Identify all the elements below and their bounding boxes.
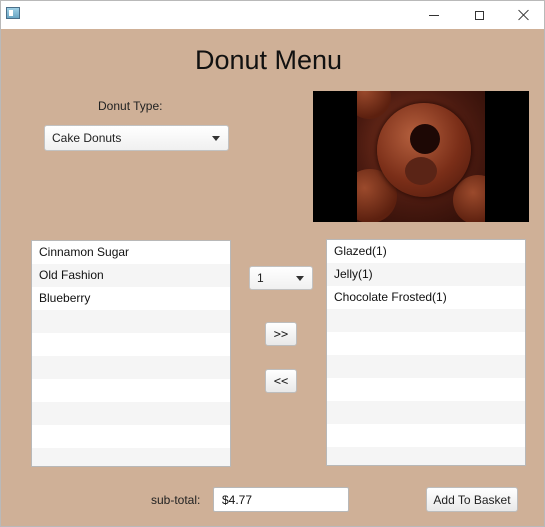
list-item[interactable] bbox=[32, 448, 230, 466]
remove-item-button[interactable]: << bbox=[265, 369, 297, 393]
app-icon bbox=[6, 7, 20, 19]
maximize-button[interactable] bbox=[456, 1, 502, 29]
list-item[interactable] bbox=[327, 332, 525, 355]
list-item[interactable]: Cinnamon Sugar bbox=[32, 241, 230, 264]
minimize-button[interactable] bbox=[411, 1, 457, 29]
close-icon bbox=[518, 9, 530, 21]
add-item-button[interactable]: >> bbox=[265, 322, 297, 346]
list-item[interactable]: Old Fashion bbox=[32, 264, 230, 287]
list-item[interactable]: Glazed(1) bbox=[327, 240, 525, 263]
available-donuts-list[interactable]: Cinnamon Sugar Old Fashion Blueberry bbox=[31, 240, 231, 467]
donut-type-selected-value: Cake Donuts bbox=[52, 131, 122, 145]
minimize-icon bbox=[429, 14, 439, 16]
list-item[interactable] bbox=[32, 310, 230, 333]
subtotal-field[interactable] bbox=[213, 487, 349, 512]
subtotal-label: sub-total: bbox=[151, 493, 201, 507]
donut-image bbox=[313, 91, 529, 222]
list-item[interactable]: Blueberry bbox=[32, 287, 230, 310]
list-item[interactable] bbox=[327, 447, 525, 465]
photo-donut-hole bbox=[410, 124, 440, 154]
app-window: Donut Menu Donut Type: Cake Donuts Cinna… bbox=[0, 0, 545, 527]
title-bar bbox=[1, 1, 544, 29]
list-item[interactable] bbox=[327, 401, 525, 424]
photo-donut-bite bbox=[405, 157, 437, 185]
donut-type-select[interactable]: Cake Donuts bbox=[44, 125, 229, 151]
page-title: Donut Menu bbox=[194, 45, 343, 75]
list-item[interactable] bbox=[32, 379, 230, 402]
close-button[interactable] bbox=[501, 1, 545, 29]
list-item[interactable] bbox=[327, 309, 525, 332]
list-item[interactable]: Chocolate Frosted(1) bbox=[327, 286, 525, 309]
quantity-selected-value: 1 bbox=[257, 271, 264, 285]
list-item[interactable]: Jelly(1) bbox=[327, 263, 525, 286]
chevron-down-icon bbox=[212, 136, 220, 141]
add-to-basket-button[interactable]: Add To Basket bbox=[426, 487, 518, 512]
chevron-down-icon bbox=[296, 276, 304, 281]
list-item[interactable] bbox=[32, 333, 230, 356]
list-item[interactable] bbox=[32, 356, 230, 379]
quantity-select[interactable]: 1 bbox=[249, 266, 313, 290]
list-item[interactable] bbox=[327, 355, 525, 378]
donut-type-label: Donut Type: bbox=[98, 99, 163, 113]
donut-photo bbox=[357, 91, 485, 222]
list-item[interactable] bbox=[32, 402, 230, 425]
maximize-icon bbox=[474, 10, 484, 20]
selected-donuts-list[interactable]: Glazed(1) Jelly(1) Chocolate Frosted(1) bbox=[326, 239, 526, 466]
photo-donut-back bbox=[357, 91, 391, 119]
list-item[interactable] bbox=[327, 424, 525, 447]
list-item[interactable] bbox=[32, 425, 230, 448]
list-item[interactable] bbox=[327, 378, 525, 401]
